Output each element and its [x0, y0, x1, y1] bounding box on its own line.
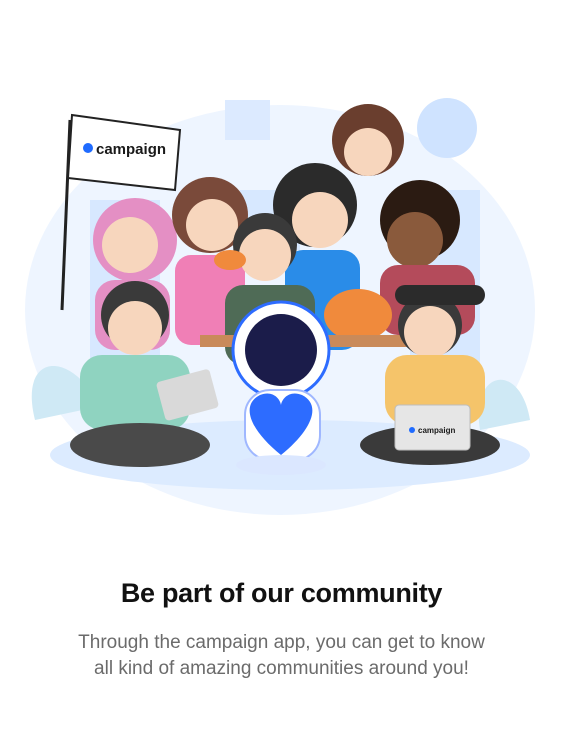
page-title: Be part of our community — [120, 578, 443, 608]
chicken-leg — [214, 250, 246, 270]
laptop-logo-dot — [409, 427, 415, 433]
person-hijab-face — [102, 217, 158, 273]
subtitle-line-2: all kind of amazing communities around y… — [94, 658, 469, 679]
subtitle-line-1: Through the campaign app, you can get to… — [78, 632, 485, 653]
community-illustration-svg: campaign campaign — [25, 98, 535, 515]
astronaut-feet — [236, 455, 326, 475]
flag-text: campaign — [96, 141, 166, 158]
laptop-text: campaign — [418, 426, 455, 435]
person-front-left-face — [108, 301, 162, 355]
roast-turkey — [324, 289, 392, 341]
person-boy-face — [239, 229, 291, 281]
astronaut-visor — [245, 314, 317, 386]
person-laughing-face — [344, 128, 392, 176]
community-illustration: campaign campaign — [0, 60, 563, 530]
flag-logo-dot — [83, 143, 93, 153]
speech-bubble-right — [417, 98, 477, 158]
person-curly-face — [387, 212, 443, 268]
speech-bubble-left — [225, 100, 270, 140]
person-front-right-cap — [395, 285, 485, 305]
person-front-left-legs — [70, 423, 210, 467]
person-front-right-face — [404, 306, 456, 358]
page-subtitle: Through the campaign app, you can get to… — [40, 630, 523, 682]
person-blackhair-face — [292, 192, 348, 248]
person-brownhair-face — [186, 199, 238, 251]
